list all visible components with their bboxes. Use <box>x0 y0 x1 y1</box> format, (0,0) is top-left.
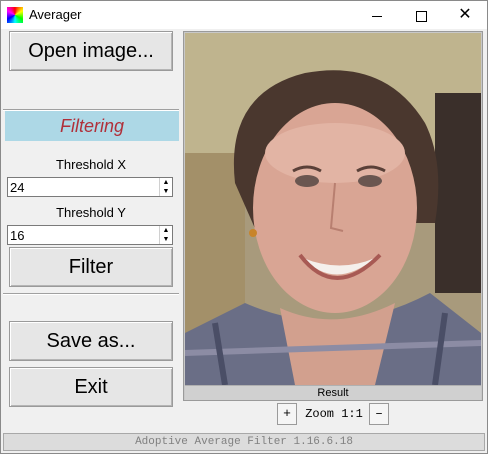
threshold-y-spinbox[interactable]: ▲ ▼ <box>7 225 173 245</box>
control-panel: Open image... Filtering Threshold X ▲ ▼ … <box>3 29 179 429</box>
open-image-button[interactable]: Open image... <box>9 31 173 71</box>
app-window: Averager ✕ Open image... Filtering Thres… <box>0 0 488 454</box>
zoom-level-label: Zoom 1:1 <box>305 407 363 421</box>
app-icon <box>7 7 23 23</box>
close-icon: ✕ <box>458 6 472 23</box>
threshold-x-label: Threshold X <box>55 157 127 172</box>
zoom-out-button[interactable]: – <box>369 403 389 425</box>
threshold-y-arrows[interactable]: ▲ ▼ <box>159 226 172 244</box>
separator <box>3 293 179 295</box>
threshold-y-input[interactable] <box>10 227 156 243</box>
zoom-controls: + Zoom 1:1 – <box>277 403 391 425</box>
threshold-x-spinbox[interactable]: ▲ ▼ <box>7 177 173 197</box>
filtering-header: Filtering <box>5 111 179 141</box>
minimize-icon <box>372 15 382 17</box>
threshold-x-arrows[interactable]: ▲ ▼ <box>159 178 172 196</box>
save-as-button[interactable]: Save as... <box>9 321 173 361</box>
maximize-icon <box>415 10 427 22</box>
image-panel: Result <box>183 31 483 401</box>
result-image <box>185 33 481 385</box>
zoom-in-button[interactable]: + <box>277 403 297 425</box>
status-bar: Adoptive Average Filter 1.16.6.18 <box>3 433 485 451</box>
filter-button[interactable]: Filter <box>9 247 173 287</box>
threshold-y-label: Threshold Y <box>56 205 126 220</box>
spin-up-icon[interactable]: ▲ <box>160 178 172 187</box>
minimize-button[interactable] <box>355 1 399 29</box>
spin-down-icon[interactable]: ▼ <box>160 235 172 244</box>
maximize-button[interactable] <box>399 1 443 29</box>
title-bar[interactable]: Averager ✕ <box>1 1 487 29</box>
close-button[interactable]: ✕ <box>443 1 487 29</box>
exit-button[interactable]: Exit <box>9 367 173 407</box>
window-title: Averager <box>29 7 82 22</box>
threshold-x-input[interactable] <box>10 179 156 195</box>
result-caption: Result <box>185 385 481 400</box>
spin-up-icon[interactable]: ▲ <box>160 226 172 235</box>
spin-down-icon[interactable]: ▼ <box>160 187 172 196</box>
